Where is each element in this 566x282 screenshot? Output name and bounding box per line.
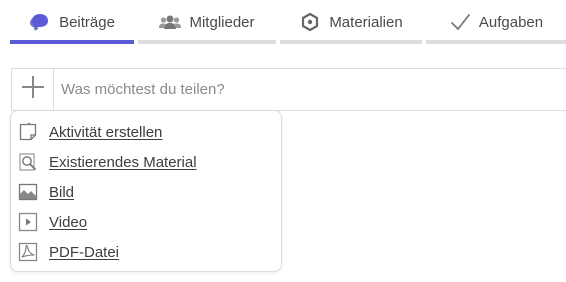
tab-bar: Beiträge Mitglieder Materialien Aufgaben [10,0,566,44]
tab-label: Aufgaben [478,13,544,31]
share-input[interactable] [54,69,566,110]
menu-item-pdf[interactable]: PDF-Datei [11,237,281,267]
tab-beitraege[interactable]: Beiträge [10,0,134,44]
menu-item-existing-material[interactable]: Existierendes Material [11,147,281,177]
checkmark-icon [449,12,471,32]
plus-icon [21,75,45,104]
search-material-icon [18,152,38,172]
tab-indicator [280,40,422,44]
menu-item-label: Aktivität erstellen [49,123,163,141]
menu-item-label: Bild [49,183,75,201]
members-icon [159,12,182,32]
image-icon [18,182,38,202]
menu-item-video[interactable]: Video [11,207,281,237]
materials-icon [299,12,321,32]
add-content-menu: Aktivität erstellen Existierendes Materi… [10,110,282,272]
add-content-button[interactable] [12,69,54,110]
chat-bubbles-icon [29,12,51,32]
tab-aufgaben[interactable]: Aufgaben [426,0,566,44]
tab-indicator [138,40,276,44]
tab-label: Beiträge [59,13,115,31]
pdf-icon [18,242,38,262]
tab-materialien[interactable]: Materialien [280,0,422,44]
video-icon [18,212,38,232]
tab-indicator [10,40,134,44]
tab-label: Materialien [329,13,403,31]
menu-item-label: PDF-Datei [49,243,120,261]
menu-item-label: Video [49,213,88,231]
menu-item-create-activity[interactable]: Aktivität erstellen [11,117,281,147]
post-composer [11,68,566,111]
tab-label: Mitglieder [189,13,255,31]
activity-note-icon [18,122,38,142]
tab-indicator [426,40,566,44]
menu-item-label: Existierendes Material [49,153,197,171]
menu-item-image[interactable]: Bild [11,177,281,207]
tab-mitglieder[interactable]: Mitglieder [138,0,276,44]
